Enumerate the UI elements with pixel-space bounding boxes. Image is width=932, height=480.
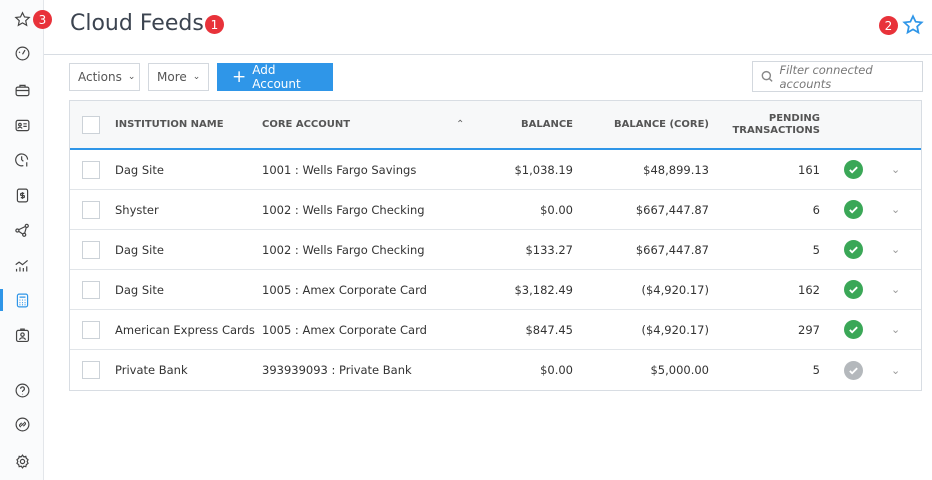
help-icon[interactable] — [12, 380, 32, 400]
actions-label: Actions — [78, 70, 122, 84]
balance: $0.00 — [540, 363, 573, 377]
sort-asc-icon[interactable]: ⌃ — [456, 101, 464, 148]
row-checkbox[interactable] — [82, 160, 100, 179]
core-account: 1005 : Amex Corporate Card — [262, 322, 427, 337]
filter-search-input[interactable]: Filter connected accounts — [752, 61, 923, 92]
table-row[interactable]: Dag Site 1005 : Amex Corporate Card $3,1… — [70, 270, 921, 310]
select-all-checkbox[interactable] — [82, 115, 100, 134]
link-icon[interactable] — [12, 414, 32, 434]
pending-count: 161 — [798, 162, 820, 177]
row-checkbox[interactable] — [82, 240, 100, 259]
balance-core: ($4,920.17) — [641, 322, 709, 337]
status-check-icon — [844, 200, 863, 219]
network-icon[interactable] — [12, 220, 32, 240]
balance: $1,038.19 — [514, 162, 573, 177]
pending-count: 5 — [812, 242, 820, 257]
status-check-icon — [844, 160, 863, 179]
balance-core: $5,000.00 — [650, 363, 709, 377]
col-balance[interactable]: BALANCE — [470, 101, 573, 148]
actions-dropdown[interactable]: Actions ⌄ — [69, 63, 140, 91]
add-account-button[interactable]: + Add Account — [217, 63, 333, 91]
institution-name: Dag Site — [115, 162, 164, 177]
accounts-table: INSTITUTION NAME CORE ACCOUNT ⌃ BALANCE … — [69, 100, 922, 391]
sidebar: 3 — [0, 0, 52, 480]
badge-id-icon[interactable] — [12, 325, 32, 345]
row-checkbox[interactable] — [82, 320, 100, 339]
balance: $133.27 — [525, 242, 573, 257]
balance-core: $48,899.13 — [643, 162, 709, 177]
status-check-icon — [844, 320, 863, 339]
plus-icon: + — [232, 66, 247, 87]
core-account: 1005 : Amex Corporate Card — [262, 282, 427, 297]
table-row[interactable]: Dag Site 1001 : Wells Fargo Savings $1,0… — [70, 150, 921, 190]
table-row[interactable]: Shyster 1002 : Wells Fargo Checking $0.0… — [70, 190, 921, 230]
col-core-account[interactable]: CORE ACCOUNT — [262, 101, 350, 148]
contact-card-icon[interactable] — [12, 115, 32, 135]
row-checkbox[interactable] — [82, 361, 100, 379]
row-checkbox[interactable] — [82, 280, 100, 299]
expand-chevron-icon[interactable]: ⌄ — [891, 310, 900, 349]
pending-count: 162 — [798, 282, 820, 297]
institution-name: Dag Site — [115, 282, 164, 297]
favorite-star-icon[interactable] — [902, 14, 924, 36]
core-account: 1001 : Wells Fargo Savings — [262, 162, 417, 177]
chevron-down-icon: ⌄ — [192, 72, 201, 82]
calculator-icon[interactable] — [12, 290, 32, 310]
balance: $0.00 — [540, 202, 573, 217]
expand-chevron-icon[interactable]: ⌄ — [891, 270, 900, 309]
page-title: Cloud Feeds — [70, 11, 204, 36]
search-icon — [761, 70, 773, 82]
balance: $847.45 — [525, 322, 573, 337]
institution-name: Shyster — [115, 202, 159, 217]
table-row[interactable]: Private Bank 393939093 : Private Bank $0… — [70, 350, 921, 390]
balance-core: $667,447.87 — [635, 242, 709, 257]
active-indicator — [0, 289, 3, 311]
table-row[interactable]: Dag Site 1002 : Wells Fargo Checking $13… — [70, 230, 921, 270]
balance: $3,182.49 — [514, 282, 573, 297]
chevron-down-icon: ⌄ — [127, 72, 136, 82]
more-dropdown[interactable]: More ⌄ — [148, 63, 209, 91]
row-checkbox[interactable] — [82, 200, 100, 219]
add-account-label: Add Account — [252, 63, 301, 91]
balance-core: $667,447.87 — [635, 202, 709, 217]
more-label: More — [157, 70, 187, 84]
core-account: 1002 : Wells Fargo Checking — [262, 242, 425, 257]
chart-icon[interactable] — [12, 255, 32, 275]
status-inactive-icon — [844, 360, 863, 380]
pending-count: 5 — [812, 363, 820, 377]
search-placeholder: Filter connected accounts — [779, 62, 873, 91]
header-divider — [44, 54, 932, 55]
pending-count: 297 — [798, 322, 820, 337]
status-check-icon — [844, 240, 863, 259]
favorite-badge: 2 — [879, 16, 898, 35]
institution-name: Dag Site — [115, 242, 164, 257]
notification-badge: 3 — [33, 10, 52, 29]
expand-chevron-icon[interactable]: ⌄ — [891, 230, 900, 269]
col-pending[interactable]: PENDING TRANSACTIONS — [720, 101, 820, 148]
dashboard-icon[interactable] — [12, 43, 32, 63]
star-icon[interactable] — [12, 9, 32, 29]
expand-chevron-icon[interactable]: ⌄ — [891, 190, 900, 229]
title-badge: 1 — [205, 15, 224, 34]
col-pending-line2: TRANSACTIONS — [732, 124, 820, 136]
core-account: 1002 : Wells Fargo Checking — [262, 202, 425, 217]
invoice-icon[interactable] — [12, 185, 32, 205]
expand-chevron-icon[interactable]: ⌄ — [891, 350, 900, 390]
col-balance-core[interactable]: BALANCE (CORE) — [590, 101, 709, 148]
expand-chevron-icon[interactable]: ⌄ — [891, 150, 900, 189]
table-row[interactable]: American Express Cards 1005 : Amex Corpo… — [70, 310, 921, 350]
core-account: 393939093 : Private Bank — [262, 363, 412, 377]
col-institution[interactable]: INSTITUTION NAME — [115, 101, 224, 148]
institution-name: Private Bank — [115, 363, 188, 377]
settings-icon[interactable] — [12, 451, 32, 471]
col-pending-line1: PENDING — [768, 112, 820, 124]
balance-core: ($4,920.17) — [641, 282, 709, 297]
table-header: INSTITUTION NAME CORE ACCOUNT ⌃ BALANCE … — [70, 101, 921, 150]
pending-count: 6 — [812, 202, 820, 217]
institution-name: American Express Cards — [115, 322, 255, 337]
briefcase-icon[interactable] — [12, 80, 32, 100]
status-check-icon — [844, 280, 863, 299]
clock-dollar-icon[interactable] — [12, 150, 32, 170]
